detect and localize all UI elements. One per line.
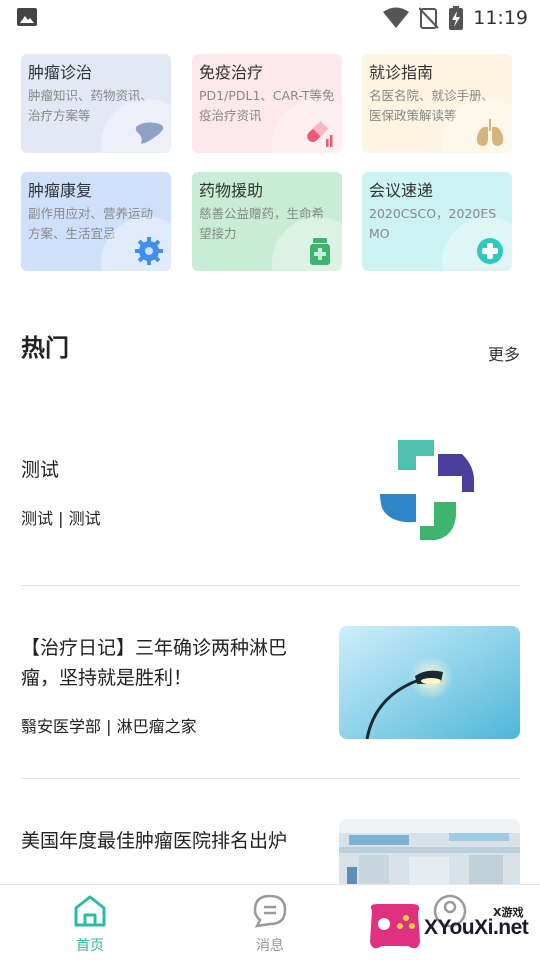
battery-charging-icon [449, 6, 464, 30]
article-item[interactable]: 美国年度最佳肿瘤医院排名出炉 [21, 826, 311, 856]
category-title: 会议速递 [369, 181, 434, 200]
nav-messages-label: 消息 [256, 938, 284, 954]
capsule-icon [307, 120, 333, 147]
nav-home-label: 首页 [76, 938, 104, 954]
category-title: 药物援助 [199, 181, 264, 200]
chat-icon [253, 894, 287, 928]
divider [21, 585, 520, 586]
category-card-rehabilitation[interactable]: 肿瘤康复 副作用应对、营养运动方案、生活宜忌 [21, 172, 171, 271]
nav-home[interactable]: 首页 [50, 893, 130, 955]
category-card-immunotherapy[interactable]: 免疫治疗 PD1/PDL1、CAR-T等免疫治疗资讯 [192, 54, 342, 153]
home-icon [74, 895, 106, 927]
plus-circle-icon [477, 238, 503, 264]
article-title: 【治疗日记】三年确诊两种淋巴瘤，坚持就是胜利！ [21, 637, 288, 689]
category-title: 肿瘤康复 [28, 181, 93, 200]
medicine-bottle-icon [310, 238, 330, 265]
category-title: 就诊指南 [369, 63, 434, 82]
category-title: 免疫治疗 [199, 63, 264, 82]
category-card-tumor-treatment[interactable]: 肿瘤诊治 肿瘤知识、药物资讯、治疗方案等 [21, 54, 171, 153]
section-title-hot: 热门 [21, 334, 69, 362]
hospital-lobby-image [339, 819, 520, 885]
category-card-conference[interactable]: 会议速递 2020CSCO，2020ESMO [362, 172, 512, 271]
category-card-drug-assistance[interactable]: 药物援助 慈善公益赠药，生命希望接力 [192, 172, 342, 271]
gallery-notification-icon [17, 8, 37, 26]
article-title: 美国年度最佳肿瘤医院排名出炉 [21, 830, 288, 852]
status-bar: 11:19 [0, 0, 540, 36]
watermark-logo: X游戏 XYouXi.net [366, 896, 536, 956]
no-signal-icon [419, 7, 439, 29]
article-item[interactable]: 【治疗日记】三年确诊两种淋巴瘤，坚持就是胜利！ [21, 633, 311, 693]
medical-cross-logo [380, 440, 474, 540]
watermark-text: XYouXi.net [424, 916, 529, 939]
gear-icon [135, 237, 163, 265]
divider [21, 778, 520, 779]
nav-messages[interactable]: 消息 [230, 893, 310, 955]
wifi-icon [383, 7, 410, 28]
gamepad-logo-icon [370, 904, 420, 949]
lungs-icon [476, 119, 504, 146]
more-link[interactable]: 更多 [488, 341, 520, 365]
liver-icon [135, 122, 164, 144]
category-card-visit-guide[interactable]: 就诊指南 名医名院、就诊手册、医保政策解读等 [362, 54, 512, 153]
clock: 11:19 [473, 7, 528, 29]
category-title: 肿瘤诊治 [28, 63, 93, 82]
streetlight-image [339, 626, 520, 739]
